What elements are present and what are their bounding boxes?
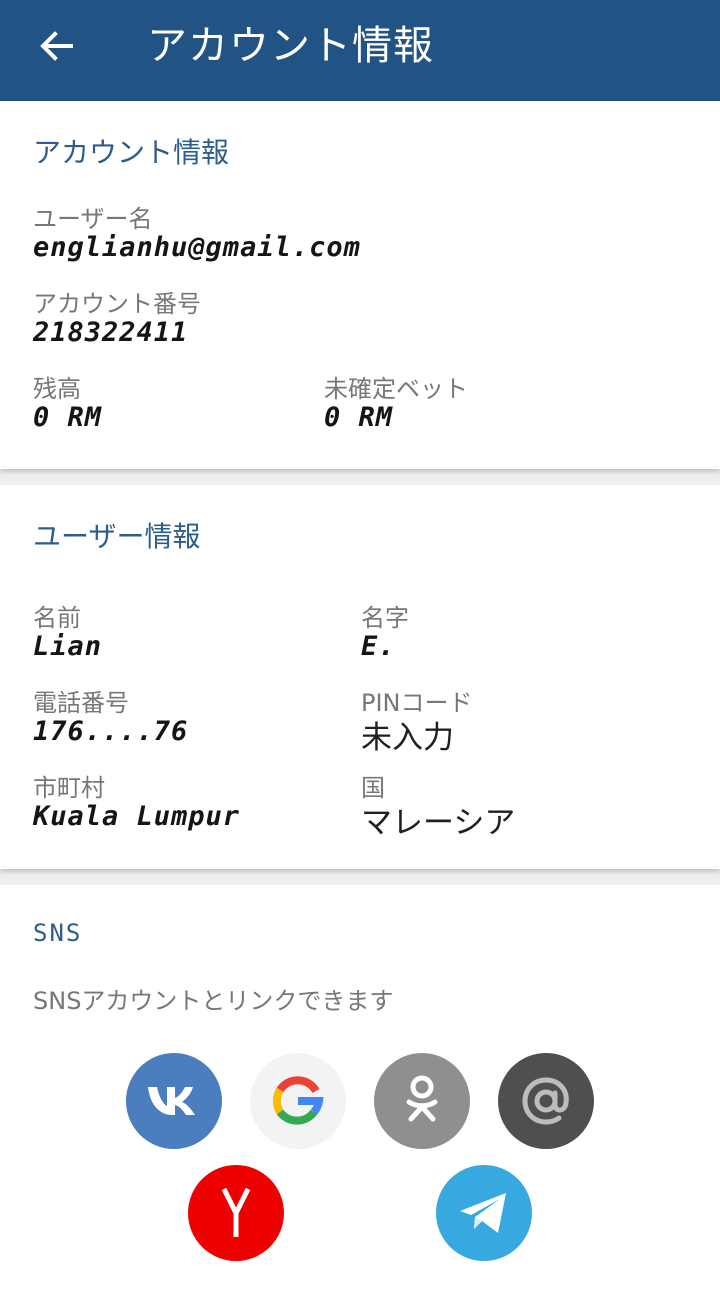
balance-value: 0 RM <box>33 402 103 433</box>
last-name-value: E. <box>361 631 396 662</box>
user-info-card: ユーザー情報 名前 Lian 名字 E. 電話番号 176....76 PINコ… <box>0 485 720 869</box>
first-name-label: 名前 <box>33 604 81 632</box>
sns-description: SNSアカウントとリンクできます <box>33 987 394 1015</box>
vk-icon <box>148 1087 195 1115</box>
yandex-login-button[interactable] <box>188 1165 284 1261</box>
google-login-button[interactable] <box>250 1053 346 1149</box>
google-icon <box>272 1076 324 1125</box>
first-name-value: Lian <box>33 631 103 662</box>
odnoklassniki-icon <box>406 1075 438 1122</box>
city-value: Kuala Lumpur <box>33 801 241 832</box>
username-value: englianhu@gmail.com <box>33 232 361 263</box>
last-name-label: 名字 <box>361 604 409 632</box>
balance-label: 残高 <box>33 375 81 403</box>
yandex-icon <box>221 1187 251 1237</box>
telegram-icon <box>460 1193 506 1233</box>
arrow-left-icon <box>40 31 73 61</box>
account-info-card: アカウント情報 ユーザー名 englianhu@gmail.com アカウント番… <box>0 101 720 469</box>
pin-value: 未入力 <box>361 720 454 756</box>
username-label: ユーザー名 <box>33 205 153 233</box>
section-title-user: ユーザー情報 <box>33 520 201 553</box>
pending-bets-label: 未確定ベット <box>324 375 468 403</box>
sns-card: SNS SNSアカウントとリンクできます <box>0 885 720 1297</box>
section-title-account: アカウント情報 <box>33 136 230 169</box>
mail-login-button[interactable] <box>498 1053 594 1149</box>
mail-at-icon <box>522 1077 569 1125</box>
back-button[interactable] <box>28 18 84 74</box>
phone-value: 176....76 <box>33 716 189 747</box>
account-number-value: 218322411 <box>33 317 189 348</box>
telegram-login-button[interactable] <box>436 1165 532 1261</box>
city-label: 市町村 <box>33 774 105 802</box>
odnoklassniki-login-button[interactable] <box>374 1053 470 1149</box>
country-value: マレーシア <box>361 805 516 841</box>
phone-label: 電話番号 <box>33 689 129 717</box>
vk-login-button[interactable] <box>126 1053 222 1149</box>
section-title-sns: SNS <box>33 919 83 947</box>
app-header: アカウント情報 <box>0 0 720 101</box>
page-title: アカウント情報 <box>147 23 434 69</box>
pending-bets-value: 0 RM <box>324 402 394 433</box>
account-number-label: アカウント番号 <box>33 290 201 318</box>
